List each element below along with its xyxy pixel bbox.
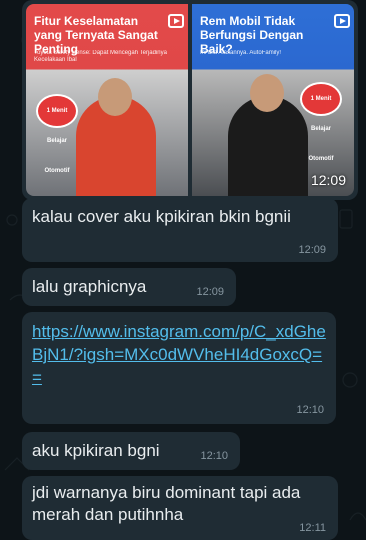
message-bubble[interactable]: https://www.instagram.com/p/C_xdGheBjN1/… — [22, 312, 336, 424]
badge-logo: 1 Menit Belajar Otomotif — [300, 82, 342, 162]
thumbnail-subtitle: Ini Dia Alasannya. AutoFamily! — [200, 50, 282, 56]
image-grid: Fitur Keselamatan yang Ternyata Sangat P… — [26, 4, 354, 196]
message-time: 12:11 — [299, 522, 326, 534]
presenter-head — [250, 74, 284, 112]
message-time: 12:09 — [298, 244, 326, 256]
image-message[interactable]: Fitur Keselamatan yang Ternyata Sangat P… — [22, 0, 358, 200]
message-bubble[interactable]: lalu graphicnya 12:09 — [22, 268, 236, 306]
presenter-head — [98, 78, 132, 116]
thumbnail-subtitle: Toyota Safety Sense: Dapat Mencegah Terj… — [34, 50, 167, 63]
message-bubble[interactable]: jdi warnanya biru dominant tapi ada mera… — [22, 476, 338, 540]
reel-icon — [334, 14, 350, 28]
thumbnail-brake-issue[interactable]: Rem Mobil Tidak Berfungsi Dengan Baik? I… — [192, 4, 354, 196]
message-bubble[interactable]: aku kpikiran bgni 12:10 — [22, 432, 240, 470]
message-time: 12:09 — [310, 172, 346, 188]
message-text: kalau cover aku kpikiran bkin bgnii — [32, 207, 291, 226]
thumbnail-safety-feature[interactable]: Fitur Keselamatan yang Ternyata Sangat P… — [26, 4, 188, 196]
instagram-link[interactable]: https://www.instagram.com/p/C_xdGheBjN1/… — [32, 320, 326, 389]
message-text: jdi warnanya biru dominant tapi ada mera… — [32, 483, 301, 524]
reel-icon — [168, 14, 184, 28]
message-time: 12:09 — [196, 286, 224, 298]
message-time: 12:10 — [200, 450, 228, 462]
badge-logo: 1 Menit Belajar Otomotif — [36, 94, 78, 174]
message-bubble[interactable]: kalau cover aku kpikiran bkin bgnii 12:0… — [22, 198, 338, 262]
message-time: 12:10 — [296, 404, 324, 416]
